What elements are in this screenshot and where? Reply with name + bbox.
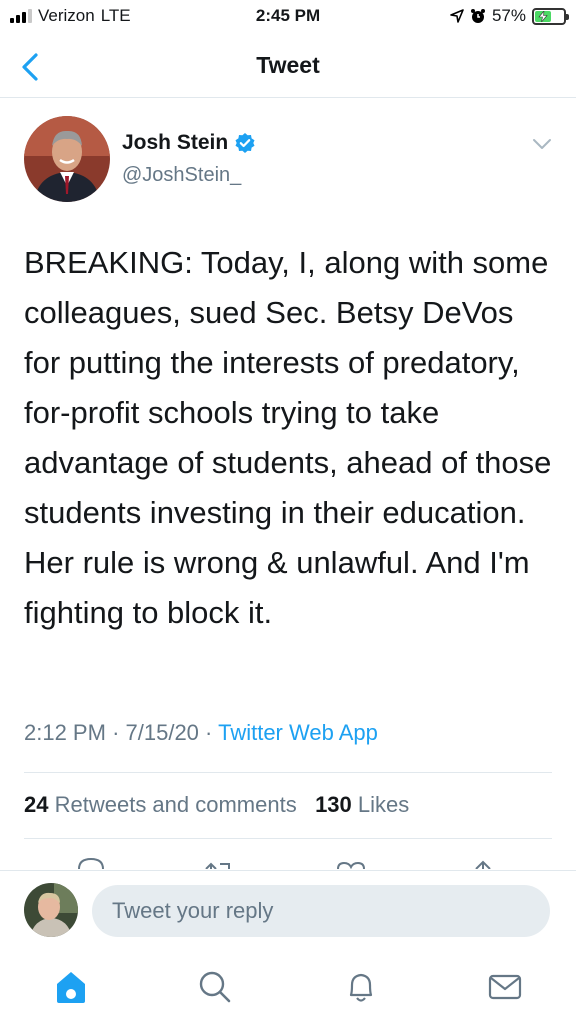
likes-count[interactable]: 130	[315, 792, 352, 817]
reply-bar	[0, 870, 576, 950]
user-photo	[24, 883, 78, 937]
chevron-down-icon	[533, 139, 551, 149]
retweet-icon	[205, 862, 230, 869]
battery-icon	[532, 7, 569, 25]
share-button[interactable]	[466, 855, 500, 869]
share-icon	[475, 860, 491, 869]
tweet-meta: 2:12 PM · 7/15/20 · Twitter Web App	[24, 720, 378, 746]
retweets-label[interactable]: Retweets and comments	[55, 792, 297, 817]
meta-separator: ·	[112, 720, 126, 745]
tweet-options-button[interactable]	[530, 134, 554, 154]
alarm-icon	[470, 9, 485, 23]
battery-percent: 57%	[491, 6, 526, 25]
divider	[24, 772, 552, 773]
bottom-nav	[0, 950, 576, 1024]
reply-button[interactable]	[74, 855, 108, 869]
nav-notifications[interactable]	[342, 968, 380, 1006]
nav-home[interactable]	[52, 968, 90, 1006]
divider	[24, 838, 552, 839]
bell-icon	[349, 973, 373, 1002]
author-name-row[interactable]: Josh Stein	[122, 131, 256, 155]
reply-input[interactable]	[92, 885, 550, 937]
like-icon	[337, 861, 365, 869]
nav-search[interactable]	[196, 968, 234, 1006]
status-bar: Verizon LTE 2:45 PM 57%	[0, 0, 576, 36]
tweet-date: 7/15/20	[125, 720, 199, 745]
battery-fill	[535, 10, 551, 22]
author-name[interactable]: Josh Stein	[122, 131, 228, 155]
charging-bolt-icon	[538, 10, 548, 22]
author-avatar[interactable]	[24, 116, 110, 202]
tweet-time: 2:12 PM	[24, 720, 106, 745]
page-title: Tweet	[256, 52, 320, 78]
home-icon	[57, 972, 85, 1003]
tweet-source-link[interactable]: Twitter Web App	[218, 720, 378, 745]
verified-badge-icon	[235, 133, 255, 153]
tweet-text: BREAKING: Today, I, along with some coll…	[24, 245, 552, 630]
author-handle[interactable]: @JoshStein_	[122, 164, 241, 187]
nav-messages[interactable]	[486, 968, 524, 1006]
like-button[interactable]	[334, 855, 368, 869]
search-icon	[199, 971, 231, 1003]
tweet-actions	[0, 855, 576, 869]
reply-icon	[78, 857, 104, 869]
likes-label[interactable]: Likes	[358, 792, 409, 817]
meta-separator: ·	[205, 720, 219, 745]
retweets-count[interactable]: 24	[24, 792, 48, 817]
location-icon	[450, 9, 464, 23]
mail-icon	[488, 974, 522, 1000]
header: Tweet	[0, 36, 576, 98]
retweet-button[interactable]	[202, 855, 236, 869]
status-right: 57%	[450, 6, 569, 26]
tweet-stats: 24 Retweets and comments 130 Likes	[24, 792, 409, 818]
user-avatar[interactable]	[24, 883, 78, 937]
author-photo	[24, 116, 110, 202]
